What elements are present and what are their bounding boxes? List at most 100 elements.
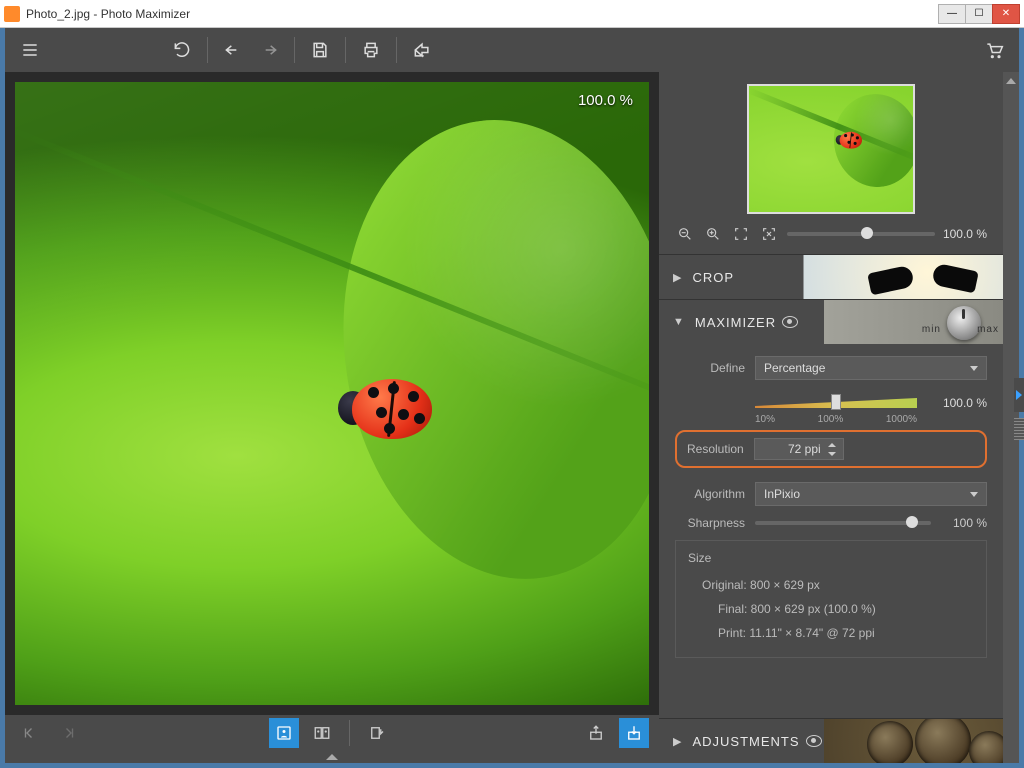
canvas-zoom-label: 100.0 % xyxy=(578,92,633,109)
panel-crop-title: CROP xyxy=(692,270,734,285)
caret-down-icon xyxy=(970,366,978,371)
algorithm-label: Algorithm xyxy=(675,487,745,501)
share-icon xyxy=(412,40,432,60)
scale-value-label: 100.0 % xyxy=(943,396,987,410)
zoom-in-icon xyxy=(705,226,721,242)
visibility-eye-icon[interactable] xyxy=(782,316,798,328)
print-icon xyxy=(361,40,381,60)
crop-hands-graphic xyxy=(863,261,983,295)
undo-button[interactable] xyxy=(218,35,248,65)
undo-icon xyxy=(223,40,243,60)
person-single-icon xyxy=(275,724,293,742)
person-compare-icon xyxy=(313,724,331,742)
spinner-up-icon[interactable] xyxy=(825,440,839,449)
menu-button[interactable] xyxy=(15,35,45,65)
dial-min-label: min xyxy=(922,324,941,335)
scale-tick-0: 10% xyxy=(755,414,775,425)
cart-icon xyxy=(984,40,1004,60)
window-minimize-button[interactable]: — xyxy=(938,4,966,24)
scroll-up-icon[interactable] xyxy=(1006,78,1016,84)
scale-slider[interactable]: 10% 100% 1000% 100.0 % xyxy=(755,390,987,424)
zoom-out-button[interactable] xyxy=(675,224,695,244)
undo-history-icon xyxy=(172,40,192,60)
resolution-label: Resolution xyxy=(687,442,744,456)
sharpness-label: Sharpness xyxy=(675,516,745,530)
main-toolbar xyxy=(5,28,1019,72)
panel-adjustments-header[interactable]: ▶ ADJUSTMENTS xyxy=(659,719,1003,763)
size-original: Original: 800 × 629 px xyxy=(688,573,974,597)
share-button[interactable] xyxy=(407,35,437,65)
chevron-right-icon: ▶ xyxy=(673,271,682,284)
chevron-down-icon: ▼ xyxy=(673,316,685,328)
toolbar-separator xyxy=(396,37,397,63)
undo-history-button[interactable] xyxy=(167,35,197,65)
define-select-value: Percentage xyxy=(764,361,825,375)
algorithm-select-value: InPixio xyxy=(764,487,800,501)
redo-button[interactable] xyxy=(254,35,284,65)
window-close-button[interactable]: ✕ xyxy=(992,4,1020,24)
rotate-view-button[interactable] xyxy=(362,718,392,748)
scale-tick-2: 1000% xyxy=(886,414,917,425)
spinner-down-icon[interactable] xyxy=(825,449,839,458)
cart-button[interactable] xyxy=(979,35,1009,65)
import-button[interactable] xyxy=(619,718,649,748)
image-canvas[interactable]: 100.0 % xyxy=(15,82,649,705)
scale-tick-1: 100% xyxy=(818,414,844,425)
define-select[interactable]: Percentage xyxy=(755,356,987,380)
zoom-slider[interactable] xyxy=(787,232,935,236)
prev-image-button[interactable] xyxy=(15,718,45,748)
toolbar-separator xyxy=(294,37,295,63)
navigator-thumbnail[interactable] xyxy=(747,84,915,214)
panel-expand-hint[interactable] xyxy=(5,751,659,763)
bottom-toolbar xyxy=(5,715,659,751)
size-info-box: Size Original: 800 × 629 px Final: 800 ×… xyxy=(675,540,987,658)
dial-max-label: max xyxy=(977,324,999,335)
actual-size-icon xyxy=(761,226,777,242)
app-icon xyxy=(4,6,20,22)
print-button[interactable] xyxy=(356,35,386,65)
gears-graphic xyxy=(823,719,1003,763)
view-mode-single-button[interactable] xyxy=(269,718,299,748)
visibility-eye-icon[interactable] xyxy=(806,735,822,747)
dial-graphic xyxy=(947,306,981,340)
zoom-controls: 100.0 % xyxy=(659,218,1003,254)
resolution-spinner[interactable] xyxy=(825,440,839,458)
chevron-right-icon: ▶ xyxy=(673,735,682,748)
rotate-icon xyxy=(368,724,386,742)
next-image-button[interactable] xyxy=(53,718,83,748)
define-label: Define xyxy=(675,361,745,375)
window-titlebar: Photo_2.jpg - Photo Maximizer — ☐ ✕ xyxy=(0,0,1024,28)
resolution-input[interactable]: 72 ppi xyxy=(754,438,844,460)
actual-size-button[interactable] xyxy=(759,224,779,244)
size-print: Print: 11.11" × 8.74" @ 72 ppi xyxy=(688,621,974,645)
caret-down-icon xyxy=(970,492,978,497)
panel-crop-header[interactable]: ▶ CROP xyxy=(659,255,1003,299)
import-down-icon xyxy=(625,724,643,742)
panel-adjustments-title: ADJUSTMENTS xyxy=(692,734,799,749)
window-maximize-button[interactable]: ☐ xyxy=(965,4,993,24)
resolution-highlight-box: Resolution 72 ppi xyxy=(675,430,987,468)
scale-slider-knob[interactable] xyxy=(831,394,841,410)
algorithm-select[interactable]: InPixio xyxy=(755,482,987,506)
export-button[interactable] xyxy=(581,718,611,748)
photo-preview xyxy=(15,82,649,705)
sharpness-value-label: 100 % xyxy=(941,516,987,530)
save-button[interactable] xyxy=(305,35,335,65)
fit-screen-button[interactable] xyxy=(731,224,751,244)
window-title: Photo_2.jpg - Photo Maximizer xyxy=(26,7,190,21)
sharpness-slider[interactable] xyxy=(755,521,931,525)
arrow-left-bar-icon xyxy=(21,724,39,742)
panel-maximizer-title: MAXIMIZER xyxy=(695,315,776,330)
arrow-right-bar-icon xyxy=(59,724,77,742)
hamburger-icon xyxy=(20,40,40,60)
export-up-icon xyxy=(587,724,605,742)
side-grip-icon[interactable] xyxy=(1014,418,1024,440)
resolution-value: 72 ppi xyxy=(788,442,821,456)
side-flyout-tab[interactable] xyxy=(1014,378,1024,412)
zoom-in-button[interactable] xyxy=(703,224,723,244)
save-icon xyxy=(310,40,330,60)
panel-maximizer-header[interactable]: ▼ MAXIMIZER min max xyxy=(659,300,1003,344)
fit-screen-icon xyxy=(733,226,749,242)
view-mode-compare-button[interactable] xyxy=(307,718,337,748)
size-final: Final: 800 × 629 px (100.0 %) xyxy=(688,597,974,621)
